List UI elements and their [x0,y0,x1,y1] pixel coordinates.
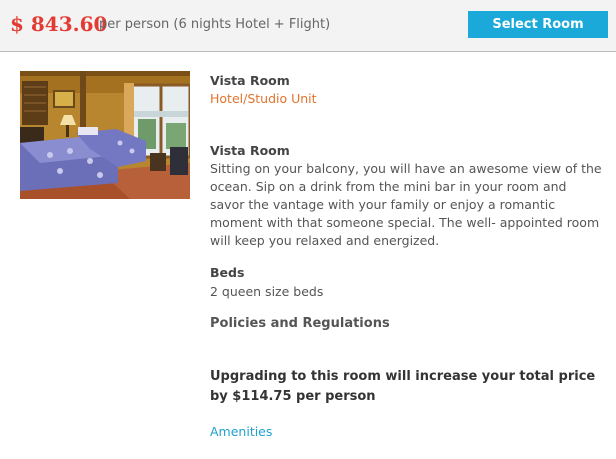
upgrade-price-note: Upgrading to this room will increase you… [210,369,596,404]
beds-title: Beds [210,265,245,280]
policies-heading: Policies and Regulations [210,316,390,331]
room-type: Hotel/Studio Unit [210,91,317,106]
price-header-bar: $ 843.60 per person (6 nights Hotel + Fl… [0,0,616,52]
beds-value: 2 queen size beds [210,284,324,299]
description-title: Vista Room [210,143,290,158]
select-room-button[interactable]: Select Room [468,11,608,38]
room-name: Vista Room [210,73,290,88]
room-photo [20,71,190,199]
room-photo-image [20,71,190,199]
price-note: per person (6 nights Hotel + Flight) [99,17,331,32]
room-description: Sitting on your balcony, you will have a… [210,161,602,248]
room-price: $ 843.60 [10,12,108,36]
amenities-link[interactable]: Amenities [210,424,272,439]
